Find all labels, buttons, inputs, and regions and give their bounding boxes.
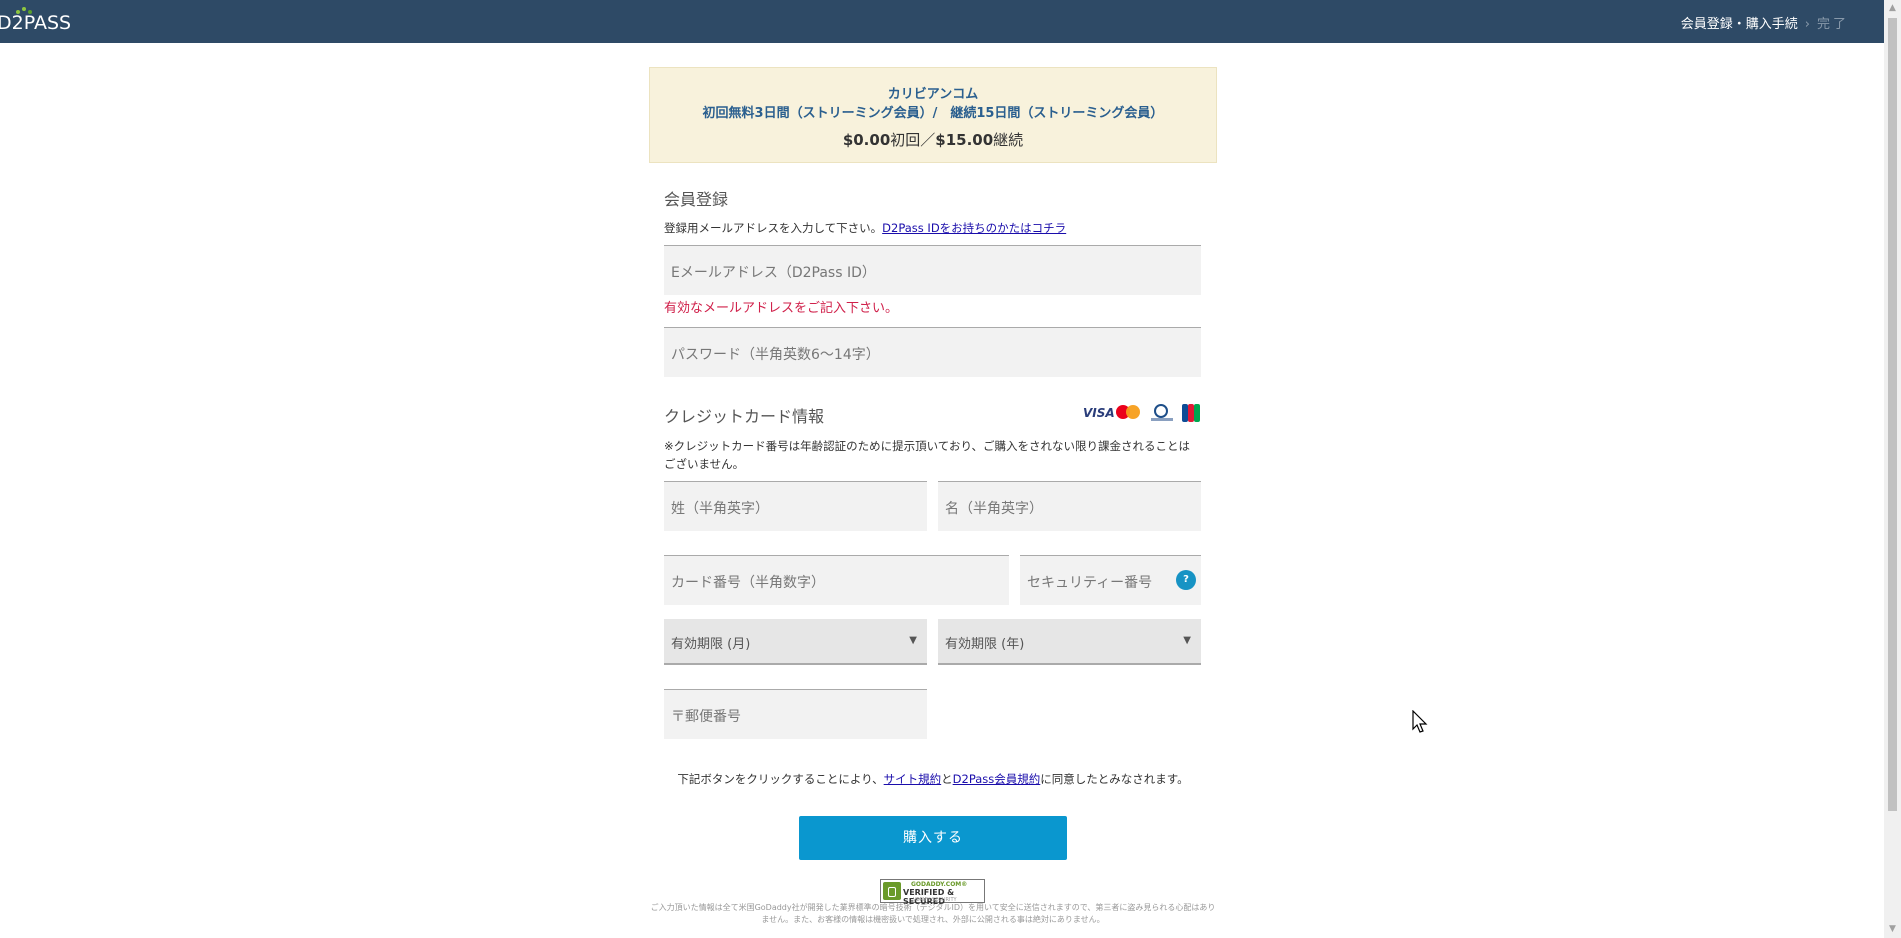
diners-logo-icon — [1151, 403, 1173, 423]
step-separator: › — [1804, 17, 1810, 32]
d2pass-login-link[interactable]: D2Pass IDをお持ちのかたはコチラ — [882, 221, 1066, 235]
mouse-cursor-icon — [1412, 710, 1428, 733]
scroll-up-arrow-icon[interactable]: ▲ — [1884, 0, 1901, 17]
member-terms-link[interactable]: D2Pass会員規約 — [953, 772, 1041, 786]
last-name-field[interactable]: 姓（半角英字） — [664, 481, 927, 531]
lock-icon — [883, 882, 901, 900]
exp-month-select[interactable]: 有効期限 (月) ▼ — [664, 619, 927, 665]
product-plan: 初回無料3日間（ストリーミング会員）/ 継続15日間（ストリーミング会員） — [702, 106, 1164, 121]
price-first-label: 初回／ — [890, 131, 936, 149]
registration-note: 登録用メールアドレスを入力して下さい。D2Pass IDをお持ちのかたはコチラ — [664, 220, 1066, 236]
page-scrollbar[interactable]: ▲ ▼ — [1884, 0, 1901, 938]
email-instruction: 登録用メールアドレスを入力して下さい。 — [664, 221, 883, 235]
email-placeholder: Eメールアドレス（D2Pass ID） — [671, 265, 876, 281]
product-price: $0.00初回／$15.00継続 — [650, 129, 1216, 150]
agreement-text: 下記ボタンをクリックすることにより、サイト規約とD2Pass会員規約に同意したと… — [0, 771, 1901, 787]
exp-year-label: 有効期限 (年) — [945, 637, 1025, 652]
mastercard-logo-icon — [1114, 403, 1144, 421]
scroll-thumb[interactable] — [1888, 18, 1897, 811]
security-code-field[interactable]: セキュリティー番号 ? — [1020, 555, 1201, 605]
godaddy-security-badge[interactable]: GODADDY.COM® VERIFIED & SECURED VERIFY S… — [880, 879, 985, 906]
visa-logo-icon: VISA — [1083, 406, 1115, 420]
jcb-logo-icon — [1182, 403, 1200, 423]
agreement-prefix: 下記ボタンをクリックすることにより、 — [677, 772, 884, 786]
chevron-down-icon: ▼ — [909, 635, 917, 646]
first-name-placeholder: 名（半角英字） — [945, 501, 1043, 517]
last-name-placeholder: 姓（半角英字） — [671, 501, 769, 517]
postal-code-field[interactable]: 〒郵便番号 — [664, 689, 927, 739]
step-registration: 会員登録・購入手続 — [1680, 17, 1798, 32]
security-code-placeholder: セキュリティー番号 — [1027, 575, 1153, 591]
card-number-field[interactable]: カード番号（半角数字） — [664, 555, 1009, 605]
scroll-down-arrow-icon[interactable]: ▼ — [1884, 921, 1901, 938]
chevron-down-icon: ▼ — [1183, 635, 1191, 646]
password-field[interactable]: パスワード（半角英数6～14字） — [664, 327, 1201, 377]
card-number-placeholder: カード番号（半角数字） — [671, 575, 825, 591]
agreement-and: と — [941, 772, 953, 786]
postal-code-placeholder: 〒郵便番号 — [671, 709, 741, 725]
agreement-suffix: に同意したとみなされます。 — [1040, 772, 1189, 786]
step-complete: 完了 — [1816, 17, 1849, 32]
progress-steps: 会員登録・購入手続 › 完了 — [1681, 13, 1849, 32]
purchase-button[interactable]: 購入する — [799, 816, 1067, 860]
security-notice: ご入力頂いた情報は全て米国GoDaddy社が開発した業界標準の暗号技術（デジタル… — [650, 903, 1216, 924]
site-terms-link[interactable]: サイト規約 — [884, 772, 942, 786]
price-continuation-label: 継続 — [993, 131, 1024, 149]
product-name: カリビアンコム — [887, 87, 979, 102]
top-bar: D2PASS 会員登録・購入手続 › 完了 — [0, 0, 1901, 43]
registration-title: 会員登録 — [664, 190, 729, 209]
help-icon[interactable]: ? — [1176, 570, 1196, 590]
password-placeholder: パスワード（半角英数6～14字） — [671, 347, 880, 363]
email-error-message: 有効なメールアドレスをご記入下さい。 — [664, 301, 899, 316]
credit-card-title: クレジットカード情報 — [664, 407, 825, 426]
exp-month-label: 有効期限 (月) — [671, 637, 751, 652]
d2pass-logo[interactable]: D2PASS — [0, 12, 71, 34]
email-field[interactable]: Eメールアドレス（D2Pass ID） — [664, 245, 1201, 295]
price-first: $0.00 — [842, 131, 891, 149]
badge-brand: GODADDY.COM® — [911, 881, 968, 888]
price-continuation: $15.00 — [935, 131, 994, 149]
exp-year-select[interactable]: 有効期限 (年) ▼ — [938, 619, 1201, 665]
credit-card-note: ※クレジットカード番号は年齢認証のために提示頂いており、ご購入をされない限り課金… — [664, 439, 1190, 471]
product-summary: カリビアンコム 初回無料3日間（ストリーミング会員）/ 継続15日間（ストリーミ… — [649, 67, 1217, 163]
first-name-field[interactable]: 名（半角英字） — [938, 481, 1201, 531]
